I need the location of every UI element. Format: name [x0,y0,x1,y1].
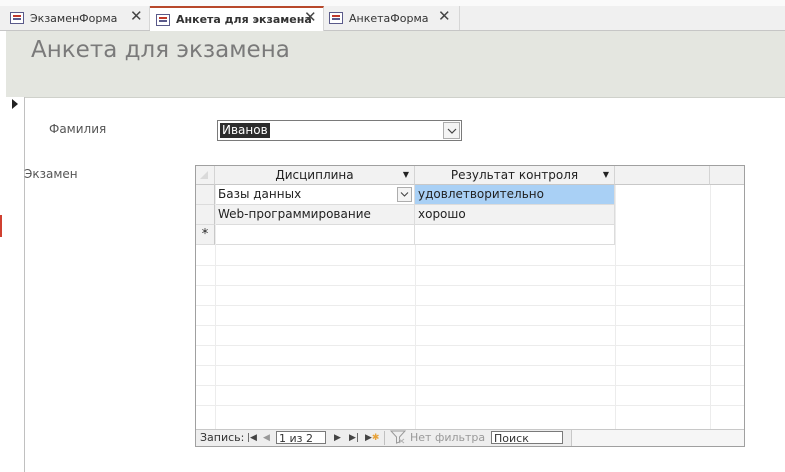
current-record-icon [12,99,18,109]
column-header-result[interactable]: Результат контроля ▼ [415,166,615,185]
form-icon [10,12,24,24]
table-cell-result[interactable]: удовлетворительно [415,185,615,205]
filter-icon [389,430,407,446]
table-cell-discipline[interactable]: Web-программирование [215,205,415,225]
record-label: Запись: [200,431,245,444]
table-cell-discipline[interactable]: Базы данных [215,185,415,205]
cell-text: Базы данных [218,187,302,201]
search-input[interactable]: Поиск [491,431,563,445]
surname-combobox[interactable]: Иванов [217,120,462,141]
grid-line [196,345,744,346]
record-navigation-bar: Запись: |◀ ◀ 1 из 2 ▶ ▶| ▶✱ Нет фильтра … [196,429,744,446]
corner-triangle-icon [200,171,208,179]
sort-dropdown-icon[interactable]: ▼ [603,166,609,184]
page-title: Анкета для экзамена [31,37,290,63]
grid-line [196,305,744,306]
grid-line [196,285,744,286]
record-position-input[interactable]: 1 из 2 [276,431,326,445]
horizontal-scrollbar[interactable] [571,430,744,446]
grid-line [196,325,744,326]
grid-line [615,185,616,429]
empty-column-header [710,166,744,185]
tab-label: ЭкзаменФорма [30,11,118,25]
new-cell-result[interactable] [415,225,615,245]
first-record-button[interactable]: |◀ [247,430,257,446]
empty-column-header [615,166,710,185]
dropdown-button[interactable] [397,187,412,202]
form-icon [329,12,343,24]
tab-label: Анкета для экзамена [176,13,312,26]
tab-exam-questionnaire[interactable]: Анкета для экзамена ✕ [150,6,324,31]
row-selector[interactable] [196,185,215,205]
filter-status-button[interactable]: Нет фильтра [410,430,485,446]
grid-line [196,265,744,266]
tab-questionnaire-form[interactable]: АнкетаФорма ✕ [324,6,460,30]
column-header-label: Дисциплина [275,168,354,182]
left-edge-marker [0,215,2,237]
grid-line [196,385,744,386]
close-icon[interactable]: ✕ [304,10,317,25]
grid-line [710,185,711,429]
close-icon[interactable]: ✕ [438,9,451,24]
tab-label: АнкетаФорма [349,11,429,25]
exam-label: Экзамен [24,167,78,181]
grid-line [196,365,744,366]
close-icon[interactable]: ✕ [130,9,143,24]
column-header-discipline[interactable]: Дисциплина ▼ [215,166,415,185]
previous-record-button[interactable]: ◀ [263,430,270,446]
chevron-down-icon [400,192,409,197]
grid-line [415,245,416,429]
surname-value[interactable]: Иванов [220,123,270,138]
surname-label: Фамилия [49,122,107,136]
table-cell-result[interactable]: хорошо [415,205,615,225]
document-tab-bar: ЭкзаменФорма ✕ Анкета для экзамена ✕ Анк… [0,6,785,31]
grid-line [215,185,216,429]
new-record-button[interactable]: ▶✱ [365,430,379,446]
record-selector[interactable] [6,97,25,472]
exam-subform-datasheet[interactable]: Дисциплина ▼ Результат контроля ▼ Базы д… [195,165,745,447]
next-record-button[interactable]: ▶ [334,430,341,446]
new-cell-discipline[interactable] [215,225,415,245]
divider [384,431,385,445]
last-record-button[interactable]: ▶| [349,430,359,446]
tab-exam-form[interactable]: ЭкзаменФорма ✕ [0,6,150,30]
column-header-label: Результат контроля [450,168,579,182]
form-icon [156,13,170,26]
row-selector[interactable] [196,205,215,225]
select-all-corner[interactable] [196,166,215,185]
sort-dropdown-icon[interactable]: ▼ [403,166,409,184]
dropdown-button[interactable] [443,122,460,139]
chevron-down-icon [447,128,456,134]
new-record-marker[interactable]: * [196,225,215,245]
grid-line [196,405,744,406]
